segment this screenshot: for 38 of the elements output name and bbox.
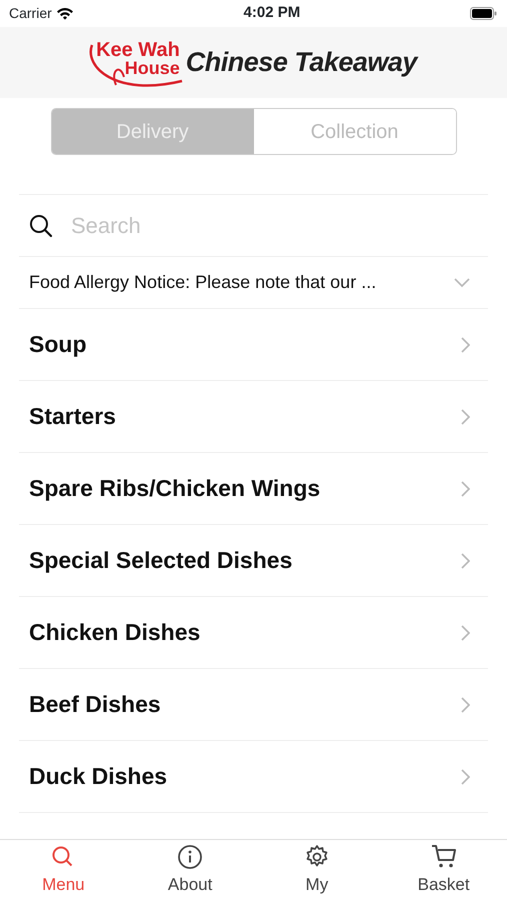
cart-icon xyxy=(430,844,457,870)
tab-bar-item[interactable]: My xyxy=(254,840,380,900)
category-label: Beef Dishes xyxy=(29,690,161,720)
logo-text: House xyxy=(124,58,180,76)
chevron-right-icon xyxy=(461,768,470,784)
chevron-right-icon xyxy=(461,336,470,352)
app-title: Chinese Takeaway xyxy=(186,46,417,80)
tab-bar-item[interactable]: Basket xyxy=(380,840,507,900)
tab-bar-item[interactable]: Menu xyxy=(0,840,127,900)
chevron-right-icon xyxy=(461,408,470,424)
battery-icon xyxy=(470,7,497,20)
search-field[interactable]: Search xyxy=(69,208,488,243)
category-row[interactable]: Special Selected Dishes xyxy=(19,525,488,597)
category-row[interactable]: Beef Dishes xyxy=(19,669,488,741)
category-row[interactable]: Chicken Dishes xyxy=(19,597,488,669)
search-icon xyxy=(29,214,53,238)
chevron-right-icon xyxy=(461,552,470,568)
carrier-label: Carrier xyxy=(9,4,52,23)
category-label: Spare Ribs/Chicken Wings xyxy=(29,474,320,504)
notice-text: Food Allergy Notice: Please note that our ... xyxy=(29,271,376,294)
category-label: Chicken Dishes xyxy=(29,618,200,648)
wifi-icon xyxy=(56,7,74,20)
clock-time: 4:02 PM xyxy=(244,3,300,24)
tab-bar-item[interactable]: About xyxy=(126,840,254,900)
chevron-right-icon xyxy=(461,624,470,640)
category-row[interactable]: Spare Ribs/Chicken Wings xyxy=(19,453,488,525)
info-icon xyxy=(177,844,204,870)
category-label: Duck Dishes xyxy=(29,762,168,792)
chevron-right-icon xyxy=(461,480,470,496)
allergy-notice-row[interactable]: Food Allergy Notice: Please note that our ... xyxy=(19,257,488,309)
chevron-right-icon xyxy=(461,696,470,712)
category-label: Special Selected Dishes xyxy=(29,546,292,576)
category-row[interactable]: Starters xyxy=(19,381,488,453)
category-row[interactable]: Duck Dishes xyxy=(19,741,488,813)
logo-text: Kee Wah xyxy=(96,40,180,58)
category-row[interactable]: Soup xyxy=(19,309,488,381)
category-label: Starters xyxy=(29,402,116,432)
category-label: Soup xyxy=(29,330,86,360)
